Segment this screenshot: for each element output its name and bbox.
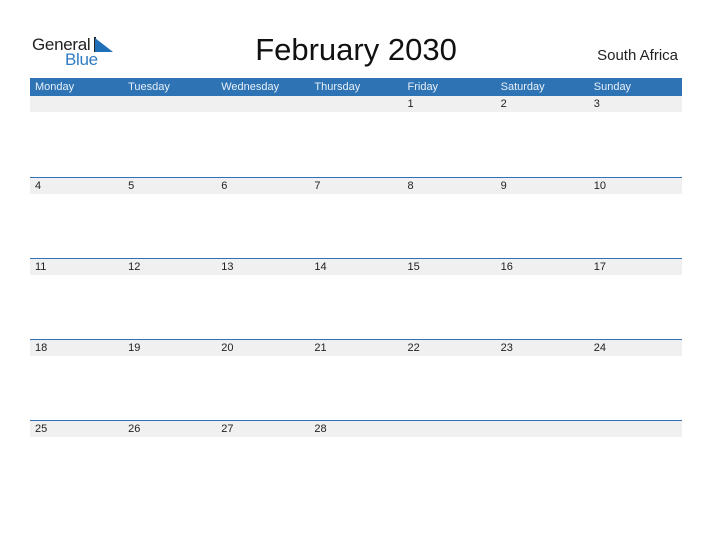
date-strip: 1 2 3: [30, 96, 682, 112]
day-cell: [589, 421, 682, 437]
date-strip: 25 26 27 28: [30, 421, 682, 437]
day-cell: 16: [500, 261, 513, 273]
week-row: 1 2 3: [30, 96, 682, 177]
weekday-wednesday: Wednesday: [221, 81, 280, 93]
weekday-friday: Friday: [407, 81, 439, 93]
day-cell: 18: [35, 342, 48, 354]
day-cell: 8: [407, 180, 414, 192]
day-cell: 20: [221, 342, 234, 354]
day-cell: [403, 421, 496, 437]
day-cell: [216, 96, 309, 112]
day-cell: 22: [407, 342, 420, 354]
day-cell: 9: [500, 180, 507, 192]
day-cell: 4: [35, 180, 42, 192]
day-cell: 21: [314, 342, 327, 354]
week-row: 25 26 27 28: [30, 420, 682, 501]
day-cell: [496, 421, 589, 437]
day-cell: 15: [407, 261, 420, 273]
day-cell: 3: [593, 98, 600, 110]
day-cell: [30, 96, 123, 112]
weekday-monday: Monday: [35, 81, 75, 93]
weekday-saturday: Saturday: [500, 81, 545, 93]
date-strip: 18 19 20 21 22 23 24: [30, 340, 682, 356]
week-row: 4 5 6 7 8 9 10: [30, 177, 682, 258]
day-cell: 17: [593, 261, 606, 273]
day-cell: [309, 96, 402, 112]
day-cell: 14: [314, 261, 327, 273]
day-cell: 28: [314, 423, 327, 435]
weekday-tuesday: Tuesday: [128, 81, 170, 93]
day-cell: 11: [35, 261, 47, 273]
day-cell: 19: [128, 342, 141, 354]
day-cell: 1: [407, 98, 414, 110]
day-cell: 26: [128, 423, 141, 435]
day-cell: 2: [500, 98, 507, 110]
weekday-sunday: Sunday: [593, 81, 632, 93]
day-cell: 25: [35, 423, 48, 435]
weekday-thursday: Thursday: [314, 81, 361, 93]
date-strip: 4 5 6 7 8 9 10: [30, 178, 682, 194]
date-strip: 11 12 13 14 15 16 17: [30, 259, 682, 275]
week-row: 11 12 13 14 15 16 17: [30, 258, 682, 339]
week-row: 18 19 20 21 22 23 24: [30, 339, 682, 420]
day-cell: 13: [221, 261, 234, 273]
day-cell: 6: [221, 180, 228, 192]
day-cell: 24: [593, 342, 606, 354]
day-cell: 7: [314, 180, 321, 192]
day-cell: 12: [128, 261, 141, 273]
day-cell: 5: [128, 180, 135, 192]
day-cell: [123, 96, 216, 112]
day-cell: 23: [500, 342, 513, 354]
country-label: South Africa: [597, 47, 678, 64]
day-cell: 10: [593, 180, 606, 192]
day-cell: 27: [221, 423, 234, 435]
weekday-header: Monday Tuesday Wednesday Thursday Friday…: [30, 78, 682, 96]
